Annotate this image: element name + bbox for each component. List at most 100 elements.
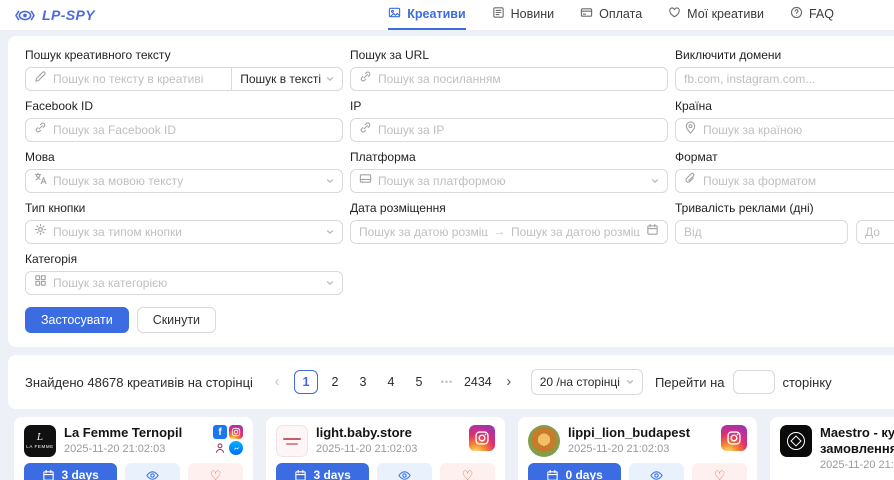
page-button-1[interactable]: 1 [294, 370, 318, 394]
avatar [780, 425, 812, 457]
main-nav: Креативи Новини Оплата Мої креативи FAQ [388, 0, 880, 30]
card-date: 2025-11-20 21:02:03 [820, 459, 894, 471]
facebook-icon: f [213, 425, 227, 439]
page-size-select[interactable]: 20 /на сторінці [531, 369, 643, 395]
filter-field-date-range: Дата розміщення → [350, 201, 668, 244]
filters-panel: Пошук креативного тексту Пошук в тексті [8, 36, 894, 347]
page: LP-SPY Креативи Новини Оплата Мої креати… [0, 0, 894, 480]
format-input[interactable] [703, 174, 894, 188]
creative-text-input[interactable] [53, 72, 223, 86]
filter-field-category: Категорія [25, 252, 343, 295]
nav-item-payment[interactable]: Оплата [580, 0, 642, 30]
gear-icon [34, 223, 47, 241]
creative-card[interactable]: light.baby.store 2025-11-20 21:02:03 3 d… [266, 417, 505, 480]
page-button-4[interactable]: 4 [380, 371, 402, 393]
next-page-button[interactable]: › [498, 371, 520, 393]
chevron-down-icon [326, 75, 334, 83]
arrow-right-icon: → [494, 226, 505, 238]
platform-select[interactable] [350, 169, 668, 193]
pagination-ellipsis[interactable]: ••• [436, 371, 458, 393]
filter-field-exclude-domains: Виключити домени [675, 48, 894, 91]
nav-item-faq[interactable]: FAQ [790, 0, 834, 30]
goto-page-input[interactable] [733, 370, 775, 394]
goto-page-suffix: сторінку [783, 375, 832, 390]
creative-card[interactable]: L LA FEMME La Femme Ternopil 2025-11-20 … [14, 417, 253, 480]
reset-button[interactable]: Скинути [137, 307, 216, 333]
filter-field-facebook-id: Facebook ID [25, 99, 343, 142]
chevron-down-icon [626, 378, 634, 386]
nav-item-news[interactable]: Новини [492, 0, 555, 30]
view-button[interactable] [629, 463, 684, 480]
duration-from-input[interactable] [684, 225, 839, 239]
card-date: 2025-11-20 21:02:03 [64, 443, 205, 455]
brand-name: LP-SPY [42, 7, 95, 23]
page-button-2[interactable]: 2 [324, 371, 346, 393]
messenger-icon [229, 441, 243, 455]
avatar: L LA FEMME [24, 425, 56, 457]
brand-logo[interactable]: LP-SPY [14, 7, 95, 23]
link-icon [359, 121, 372, 139]
link-icon [34, 121, 47, 139]
platform-input[interactable] [378, 174, 645, 188]
filter-field-format: Формат [675, 150, 894, 193]
image-icon [388, 6, 401, 22]
news-icon [492, 6, 505, 22]
pagination-bar: Знайдено 48678 креативів на сторінці ‹ 1… [8, 355, 894, 409]
duration-to-input[interactable] [865, 225, 894, 239]
results-count: Знайдено 48678 креативів на сторінці [25, 375, 253, 390]
filter-field-country: Країна [675, 99, 894, 142]
filter-field-duration: Тривалість реклами (дні) [675, 201, 894, 244]
country-input[interactable] [703, 123, 894, 137]
button-type-select[interactable] [25, 220, 343, 244]
view-button[interactable] [377, 463, 432, 480]
avatar [528, 425, 560, 457]
filter-field-platform: Платформа [350, 150, 668, 193]
category-select[interactable] [25, 271, 343, 295]
like-button[interactable]: ♡ [692, 463, 747, 480]
platform-icon [359, 172, 372, 190]
facebook-id-input[interactable] [53, 123, 334, 137]
heart-icon: ♡ [210, 469, 222, 480]
url-input[interactable] [378, 72, 659, 86]
chevron-down-icon [326, 228, 334, 236]
apply-button[interactable]: Застосувати [25, 307, 129, 333]
date-range-picker[interactable]: → [350, 220, 668, 244]
days-button[interactable]: 3 days [24, 463, 117, 480]
page-button-last[interactable]: 2434 [464, 371, 492, 393]
days-button[interactable]: 3 days [276, 463, 369, 480]
calendar-icon [646, 223, 659, 241]
filter-field-url: Пошук за URL [350, 48, 668, 91]
creative-card[interactable]: lippi_lion_budapest 2025-11-20 21:02:03 … [518, 417, 757, 480]
platform-icons: f [213, 425, 243, 455]
exclude-domains-input[interactable] [684, 72, 894, 86]
location-pin-icon [684, 121, 697, 139]
page-button-3[interactable]: 3 [352, 371, 374, 393]
goto-page-label: Перейти на [655, 375, 725, 390]
like-button[interactable]: ♡ [188, 463, 243, 480]
nav-item-creatives[interactable]: Креативи [388, 0, 465, 30]
category-input[interactable] [53, 276, 320, 290]
paperclip-icon [684, 172, 697, 190]
date-to-input[interactable] [511, 225, 640, 239]
nav-item-my-creatives[interactable]: Мої креативи [668, 0, 764, 30]
like-button[interactable]: ♡ [440, 463, 495, 480]
heart-icon: ♡ [714, 469, 726, 480]
chevron-down-icon [326, 177, 334, 185]
button-type-input[interactable] [53, 225, 320, 239]
language-input[interactable] [53, 174, 320, 188]
page-button-5[interactable]: 5 [408, 371, 430, 393]
language-select[interactable] [25, 169, 343, 193]
date-from-input[interactable] [359, 225, 488, 239]
instagram-icon [469, 425, 495, 451]
ip-input[interactable] [378, 123, 659, 137]
filter-field-ip: IP [350, 99, 668, 142]
question-icon [790, 6, 803, 22]
credit-card-icon [580, 6, 593, 22]
view-button[interactable] [125, 463, 180, 480]
prev-page-button[interactable]: ‹ [266, 371, 288, 393]
creative-card[interactable]: Maestro - кухні, меблі замовлення в Ужго… [770, 417, 894, 480]
search-mode-select[interactable]: Пошук в тексті [232, 67, 343, 91]
translate-icon [34, 172, 47, 190]
pencil-icon [34, 70, 47, 88]
days-button[interactable]: 0 days [528, 463, 621, 480]
